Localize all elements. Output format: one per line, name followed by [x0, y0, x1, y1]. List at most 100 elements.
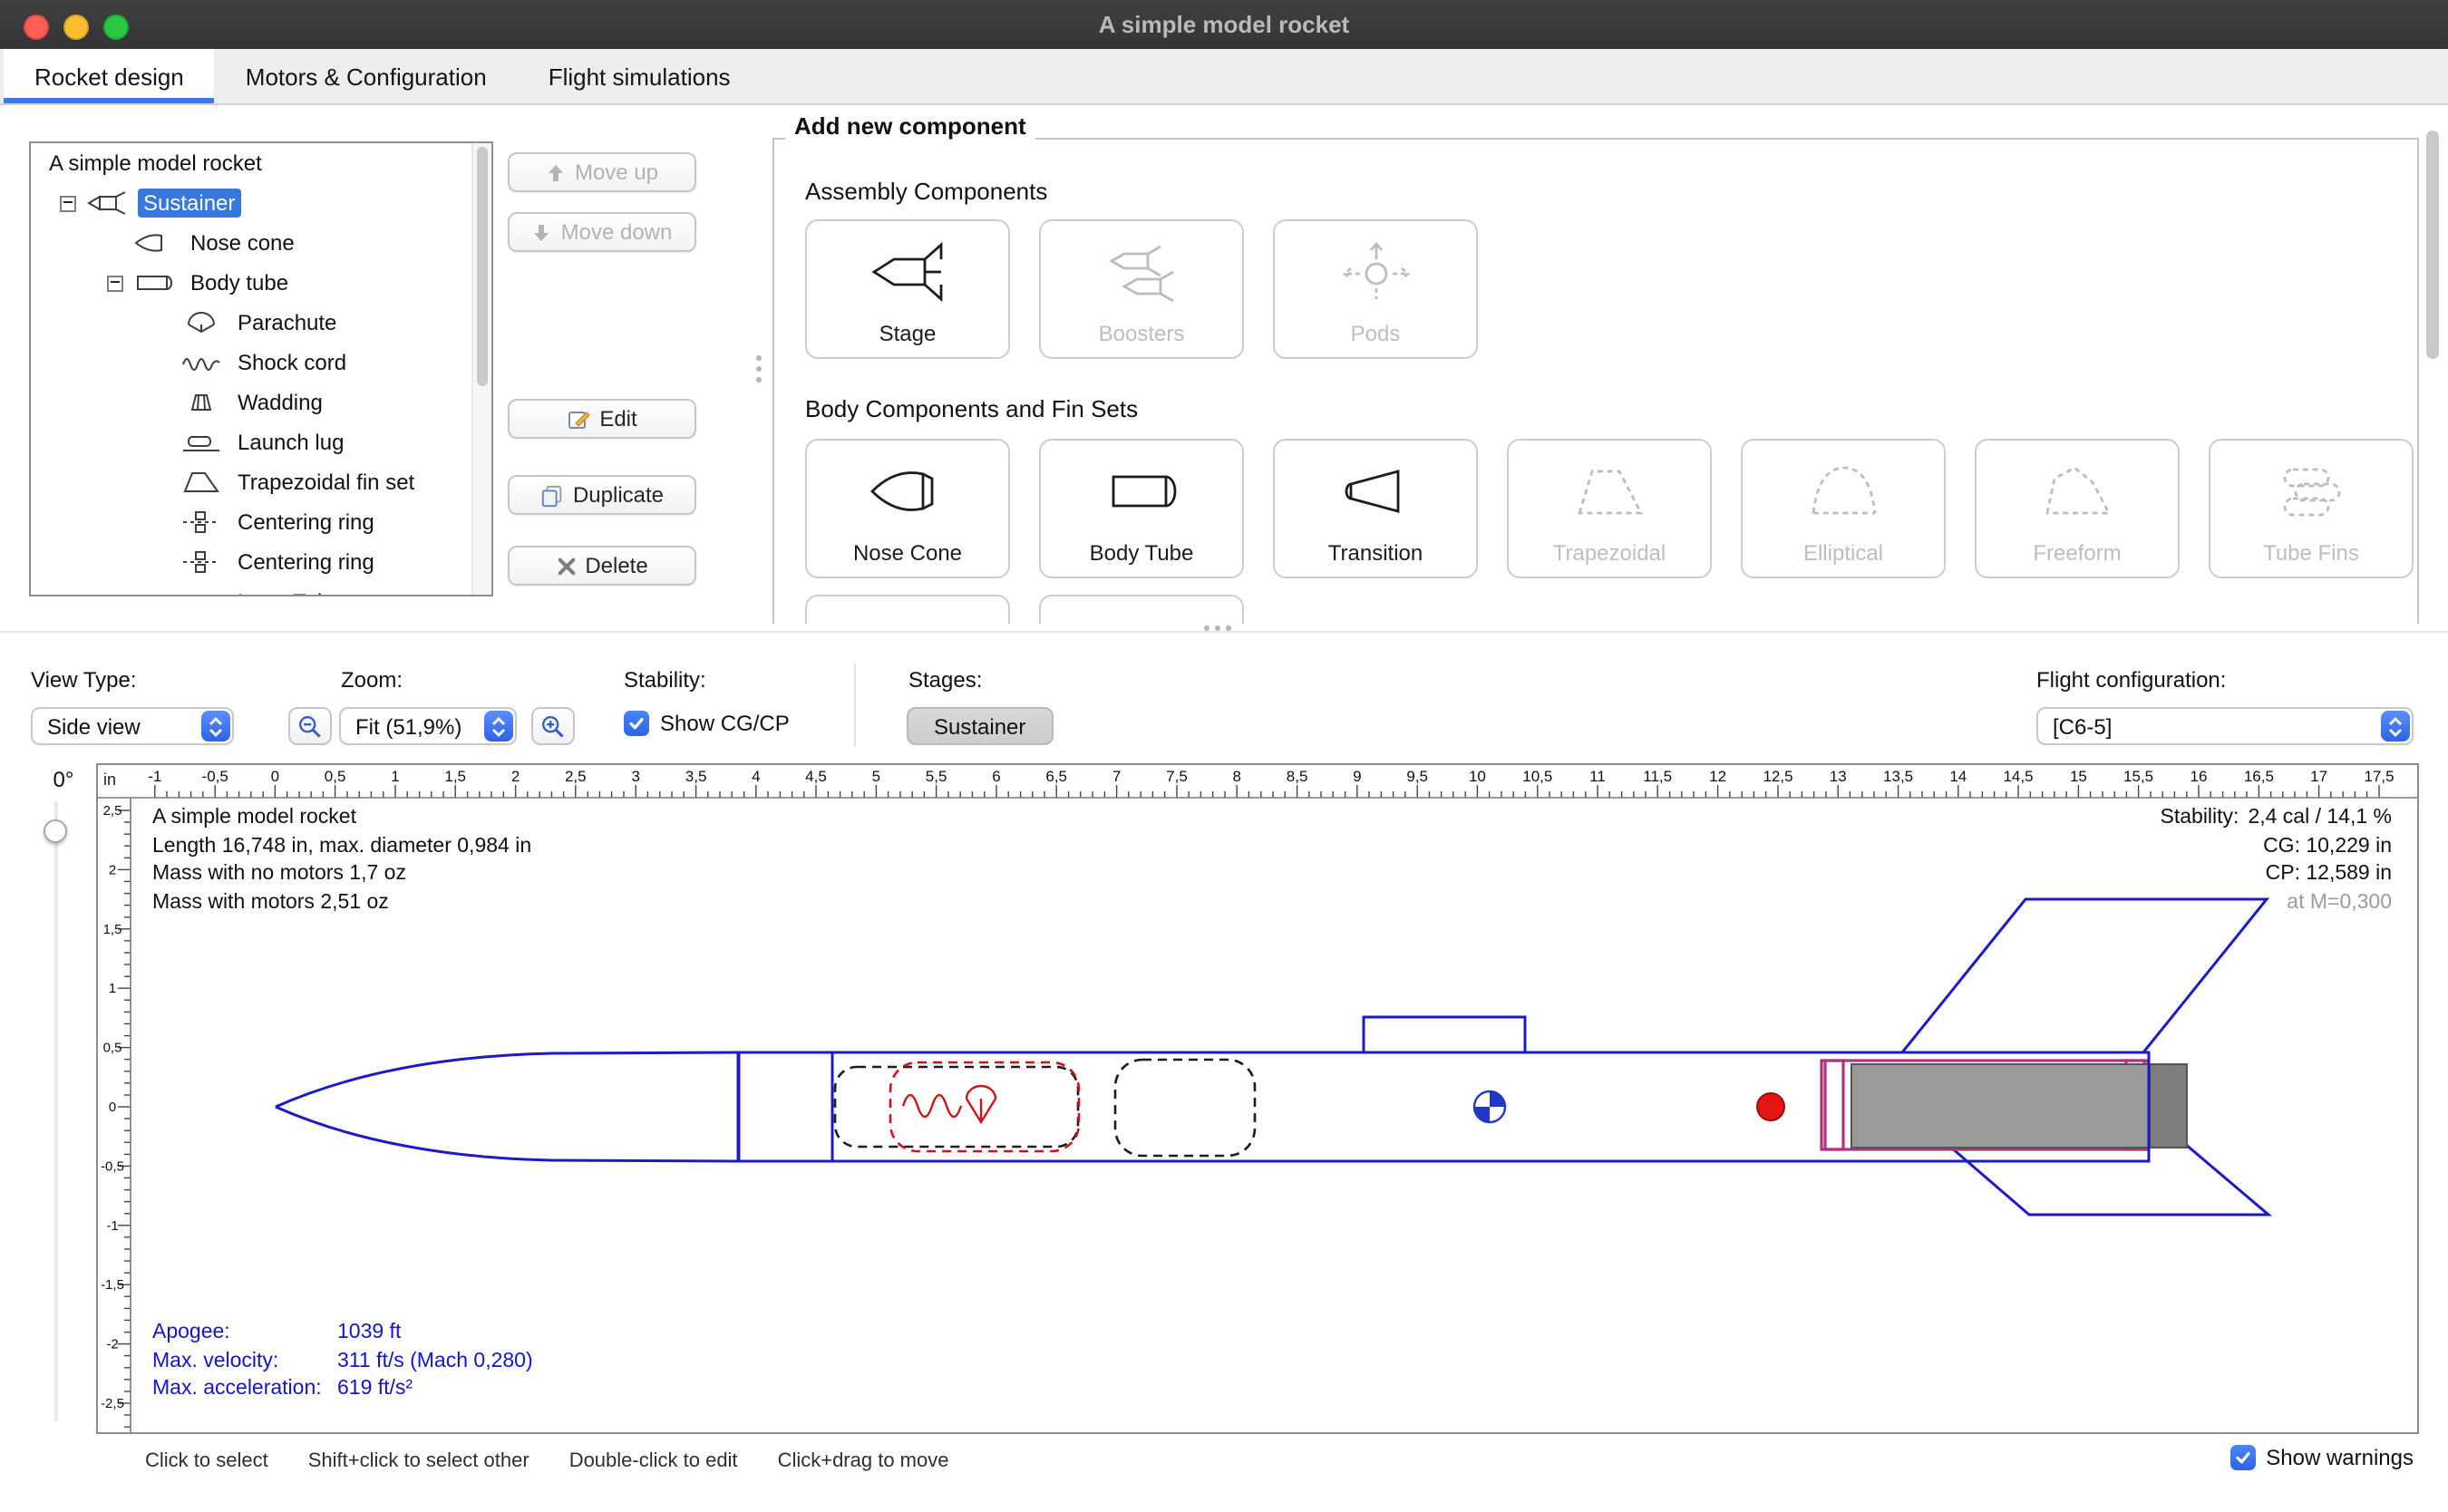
wadding-outline[interactable]: [1115, 1060, 1255, 1156]
rocket-canvas[interactable]: -1-0,500,511,522,533,544,555,566,577,588…: [96, 763, 2419, 1434]
component-card-transition[interactable]: Transition: [1273, 439, 1478, 578]
tree-item-sustainer[interactable]: Sustainer: [31, 183, 491, 223]
component-card-elliptical: Elliptical: [1741, 439, 1946, 578]
transition-icon: [1326, 441, 1424, 540]
tab-flight-simulations[interactable]: Flight simulations: [518, 49, 762, 103]
elliptical-icon: [1794, 441, 1892, 540]
stability-block: Stability:2,4 cal / 14,1 % CG: 10,229 in…: [2161, 805, 2393, 917]
card-label: Body Tube: [1090, 540, 1194, 566]
component-card-partial[interactable]: [1039, 595, 1244, 624]
component-card-body-tube[interactable]: Body Tube: [1039, 439, 1244, 578]
checkbox-checked-icon: [624, 711, 649, 736]
tree-item-label: Launch lug: [232, 428, 349, 457]
main-tab-bar: Rocket designMotors & ConfigurationFligh…: [0, 49, 2448, 105]
chevron-updown-icon: [200, 711, 229, 741]
splitter-handle-horizontal[interactable]: [1204, 625, 1231, 631]
tab-motors-configuration[interactable]: Motors & Configuration: [215, 49, 518, 103]
stage-sustainer-toggle[interactable]: Sustainer: [907, 707, 1053, 745]
launch-lug-outline[interactable]: [1364, 1017, 1525, 1052]
tree-scrollbar-thumb[interactable]: [476, 147, 487, 386]
apogee-label: Apogee:: [152, 1320, 337, 1348]
parachute-icon: [181, 310, 221, 335]
tab-rocket-design[interactable]: Rocket design: [4, 49, 215, 103]
bodytube-icon: [1093, 441, 1190, 540]
velocity-label: Max. velocity:: [152, 1348, 337, 1376]
component-card-freeform: Freeform: [1975, 439, 2180, 578]
card-label: Elliptical: [1803, 540, 1883, 566]
move-down-button[interactable]: Move down: [508, 212, 696, 252]
nosecone-icon: [134, 230, 174, 256]
rocket-mass-no-motors: Mass with no motors 1,7 oz: [152, 861, 531, 889]
status-hints: Click to selectShift+click to select oth…: [145, 1450, 989, 1472]
view-type-select[interactable]: Side view: [31, 707, 234, 745]
arrow-up-icon: [546, 162, 566, 182]
splitter-handle-vertical[interactable]: [756, 355, 762, 383]
nose-cone-outline[interactable]: [276, 1052, 738, 1161]
status-hint: Click+drag to move: [778, 1450, 949, 1472]
tree-item-label: Wadding: [232, 388, 328, 417]
rotation-slider-thumb[interactable]: [44, 819, 67, 843]
launchlug-icon: [181, 430, 221, 455]
tree-item-centering-ring[interactable]: Centering ring: [31, 502, 491, 542]
tree-item-centering-ring[interactable]: Centering ring: [31, 542, 491, 582]
close-window-button[interactable]: [24, 14, 49, 39]
button-label: Delete: [585, 553, 647, 578]
tree-item-label: Parachute: [232, 308, 342, 337]
tree-item-wadding[interactable]: Wadding: [31, 383, 491, 422]
toolbar-separator: [854, 664, 856, 747]
motor[interactable]: [1851, 1064, 2187, 1148]
zoom-out-button[interactable]: [288, 707, 332, 745]
magnifier-minus-icon: [297, 713, 323, 739]
tree-root-item[interactable]: A simple model rocket: [31, 143, 491, 183]
tree-item-trapezoidal-fin-set[interactable]: Trapezoidal fin set: [31, 462, 491, 502]
chevron-updown-icon: [483, 711, 512, 741]
move-up-button[interactable]: Move up: [508, 152, 696, 192]
finset-icon: [181, 470, 221, 495]
apogee-value: 1039 ft: [337, 1320, 401, 1348]
collapse-toggle-icon[interactable]: [107, 275, 123, 291]
tree-item-launch-lug[interactable]: Launch lug: [31, 422, 491, 462]
collapse-toggle-icon[interactable]: [60, 195, 76, 211]
chevron-updown-icon: [2380, 711, 2409, 741]
card-label: Boosters: [1099, 321, 1185, 346]
shock-cord-outline[interactable]: [835, 1067, 1078, 1147]
duplicate-icon: [540, 483, 564, 507]
zoom-select[interactable]: Fit (51,9%): [339, 707, 517, 745]
title-bar: A simple model rocket: [0, 0, 2448, 49]
shockcord-icon: [181, 350, 221, 375]
zoom-in-button[interactable]: [531, 707, 575, 745]
wadding-icon: [181, 390, 221, 415]
flight-config-select[interactable]: [C6-5]: [2036, 707, 2414, 745]
minimize-window-button[interactable]: [63, 14, 89, 39]
stage-icon: [859, 221, 957, 321]
tree-item-inner-tube[interactable]: Inner Tube: [31, 582, 491, 596]
tree-item-body-tube[interactable]: Body tube: [31, 263, 491, 303]
duplicate-button[interactable]: Duplicate: [508, 475, 696, 515]
arrow-down-icon: [532, 222, 552, 242]
component-card-partial[interactable]: [805, 595, 1010, 624]
delete-button[interactable]: Delete: [508, 546, 696, 586]
bodytube-icon: [134, 270, 174, 296]
panel-scrollbar-thumb[interactable]: [2426, 131, 2439, 359]
component-card-pods: Pods: [1273, 219, 1478, 359]
zoom-window-button[interactable]: [103, 14, 129, 39]
acceleration-value: 619 ft/s²: [337, 1376, 413, 1404]
tree-item-label: Inner Tube: [232, 587, 347, 596]
button-label: Move down: [561, 219, 673, 245]
show-cgcp-checkbox[interactable]: Show CG/CP: [624, 711, 790, 736]
rotation-slider-track[interactable]: [54, 801, 58, 1421]
tree-item-shock-cord[interactable]: Shock cord: [31, 343, 491, 383]
edit-button[interactable]: Edit: [508, 399, 696, 439]
edit-icon: [567, 407, 590, 431]
tree-scrollbar[interactable]: [471, 143, 491, 595]
tree-item-parachute[interactable]: Parachute: [31, 303, 491, 343]
component-card-nose-cone[interactable]: Nose Cone: [805, 439, 1010, 578]
group-label-assembly-components: Assembly Components: [805, 178, 1047, 205]
add-component-title: Add new component: [785, 112, 1035, 140]
tree-item-nose-cone[interactable]: Nose cone: [31, 223, 491, 263]
cp-icon: [2161, 805, 2420, 1434]
show-warnings-checkbox[interactable]: Show warnings: [2229, 1445, 2414, 1470]
component-card-stage[interactable]: Stage: [805, 219, 1010, 359]
card-label: Tube Fins: [2263, 540, 2359, 566]
tubefins-icon: [2262, 441, 2360, 540]
